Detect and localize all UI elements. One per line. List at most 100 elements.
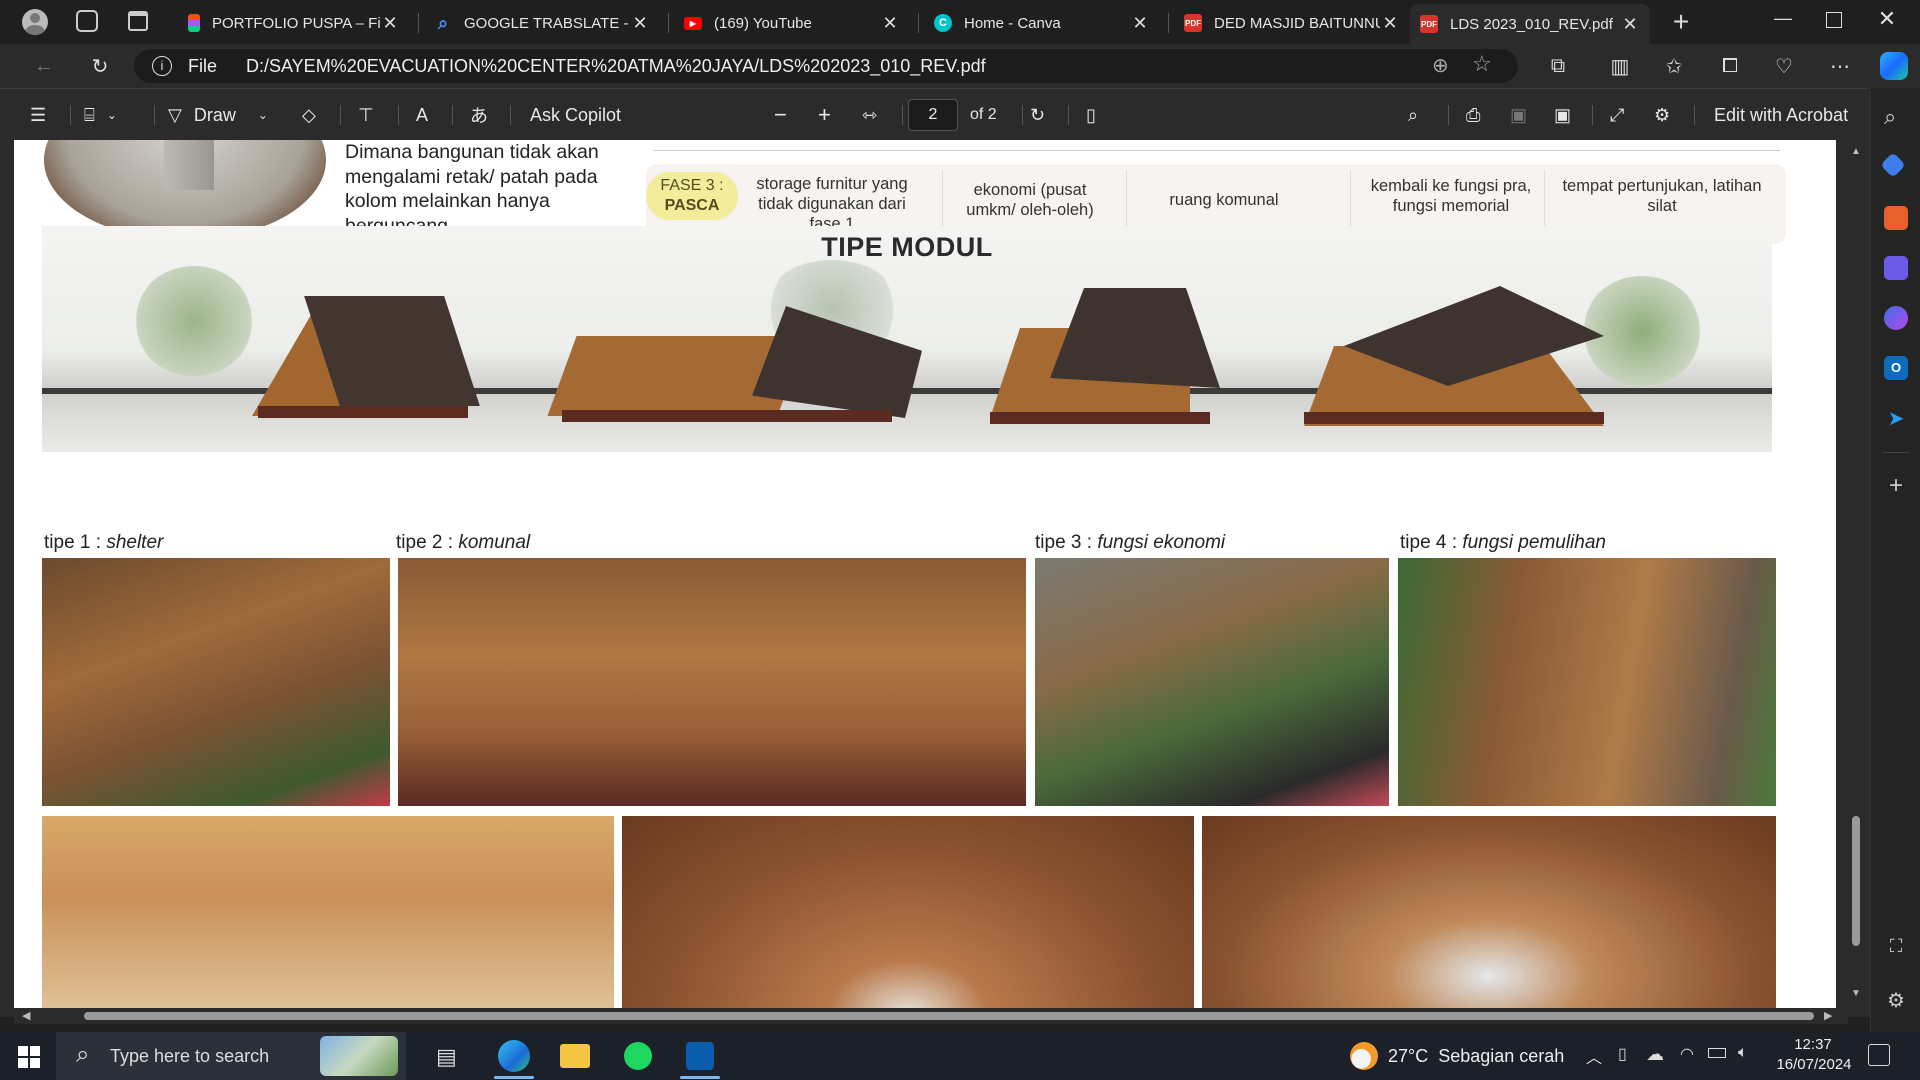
close-tab-icon[interactable]: ✕: [1130, 13, 1150, 34]
settings-gear-icon[interactable]: ⚙: [1884, 988, 1908, 1012]
scroll-h-thumb[interactable]: [84, 1012, 1814, 1020]
zoom-icon[interactable]: ⊕: [1432, 53, 1449, 78]
scroll-left-arrow[interactable]: ◀: [22, 1009, 30, 1022]
weather-text[interactable]: 27°C Sebagian cerah: [1388, 1046, 1564, 1067]
settings-gear-icon[interactable]: ⚙: [1654, 101, 1670, 129]
translate-icon[interactable]: あ: [470, 101, 488, 129]
page-view-icon[interactable]: ▯: [1086, 101, 1096, 129]
taskbar-search-box[interactable]: ⌕ Type here to search: [56, 1032, 406, 1080]
profile-avatar[interactable]: [22, 9, 48, 35]
volume-icon[interactable]: 🔈︎: [1738, 1044, 1748, 1062]
address-bar[interactable]: i File D:/SAYEM%20EVACUATION%20CENTER%20…: [134, 49, 1518, 83]
find-icon[interactable]: ⌕: [1408, 101, 1418, 129]
close-tab-icon[interactable]: ✕: [1380, 13, 1400, 34]
shopping-icon[interactable]: [1880, 152, 1906, 178]
youtube-icon: ▶: [684, 16, 702, 30]
phase-label: FASE 3 : PASCA: [646, 172, 738, 220]
more-menu-icon[interactable]: ⋯: [1826, 52, 1854, 80]
task-view-icon[interactable]: ▤: [436, 1044, 457, 1070]
search-icon[interactable]: ⌕: [1884, 104, 1908, 129]
tools-icon[interactable]: [1884, 206, 1908, 230]
edge-taskbar-icon[interactable]: [498, 1040, 530, 1072]
notifications-icon[interactable]: [1868, 1044, 1890, 1066]
tab-lds-pdf[interactable]: PDF LDS 2023_010_REV.pdf ✕: [1410, 4, 1650, 44]
wifi-icon[interactable]: ◠: [1680, 1044, 1694, 1064]
back-button[interactable]: ←: [30, 52, 58, 80]
scheme-label: File: [188, 56, 218, 76]
edge-sidebar: ⌕ O ➤ + ⛶ ⚙: [1870, 88, 1920, 1040]
fullscreen-icon[interactable]: ⤢: [1610, 101, 1624, 129]
tab-actions-icon[interactable]: [128, 11, 148, 31]
minimize-button[interactable]: —: [1770, 8, 1796, 34]
start-button[interactable]: [18, 1046, 40, 1068]
battery-icon[interactable]: [1708, 1048, 1726, 1058]
contents-icon[interactable]: ☰: [30, 101, 46, 129]
close-tab-icon[interactable]: ✕: [380, 13, 400, 34]
scroll-up-arrow[interactable]: ▲: [1851, 146, 1861, 157]
spotify-icon[interactable]: [624, 1042, 652, 1070]
favorite-star-icon[interactable]: ☆: [1472, 51, 1492, 77]
info-icon[interactable]: i: [152, 56, 172, 76]
scroll-thumb[interactable]: [1852, 816, 1860, 946]
favorites-icon[interactable]: ✩: [1660, 52, 1688, 80]
workspaces-icon[interactable]: [76, 10, 98, 32]
close-window-button[interactable]: ✕: [1874, 6, 1900, 32]
highlight-icon[interactable]: ⌸ ⌄: [84, 101, 117, 129]
text-box-icon[interactable]: ⊤: [358, 101, 374, 129]
read-aloud-icon[interactable]: A: [416, 101, 428, 129]
outlook-icon[interactable]: O: [1884, 356, 1908, 380]
vertical-scrollbar[interactable]: ▲ ▼: [1848, 140, 1864, 1010]
chevron-down-icon[interactable]: ⌄: [107, 108, 117, 122]
add-icon[interactable]: +: [1884, 474, 1908, 498]
clock-time[interactable]: 12:37: [1778, 1036, 1848, 1053]
browser-essentials-icon[interactable]: ♡: [1770, 52, 1798, 80]
phase-cell: storage furnitur yang tidak digunakan da…: [756, 175, 908, 233]
print-icon[interactable]: ⎙: [1466, 101, 1480, 129]
weather-icon[interactable]: [1350, 1042, 1378, 1070]
chevron-up-icon[interactable]: ︿: [1586, 1044, 1602, 1068]
screenshot-icon[interactable]: ⛶: [1884, 936, 1908, 960]
zoom-out-icon[interactable]: −: [774, 101, 787, 129]
copilot-sidebar-icon[interactable]: [1884, 306, 1908, 330]
fit-width-icon[interactable]: ⇿: [862, 101, 877, 129]
zoom-in-icon[interactable]: +: [818, 101, 831, 129]
save-as-icon[interactable]: ▣: [1554, 101, 1571, 129]
copilot-icon[interactable]: [1880, 52, 1908, 80]
eraser-icon[interactable]: ◇: [302, 101, 316, 129]
tab-figma[interactable]: PORTFOLIO PUSPA – Figma ✕: [178, 6, 410, 40]
scroll-down-arrow[interactable]: ▼: [1851, 988, 1861, 999]
rotate-icon[interactable]: ↻: [1030, 101, 1045, 129]
collections-icon[interactable]: ⧠: [1716, 52, 1744, 80]
pdf-viewer[interactable]: Dimana bangunan tidak akan mengalami ret…: [0, 140, 1870, 1024]
edit-with-acrobat-button[interactable]: Edit with Acrobat: [1714, 101, 1848, 129]
tab-ded-masjid[interactable]: PDF DED MASJID BAITUNNU ✕: [1174, 6, 1410, 40]
close-tab-icon[interactable]: ✕: [630, 13, 650, 34]
save-icon[interactable]: ▣: [1510, 101, 1527, 129]
ask-copilot-button[interactable]: Ask Copilot: [530, 101, 621, 129]
page-number-input[interactable]: [908, 99, 958, 131]
device-icon[interactable]: ▯: [1618, 1044, 1627, 1064]
scroll-right-arrow[interactable]: ▶: [1824, 1009, 1832, 1022]
onedrive-icon[interactable]: ☁: [1646, 1044, 1664, 1065]
sketchup-icon[interactable]: [686, 1042, 714, 1070]
maximize-button[interactable]: [1826, 12, 1842, 28]
close-tab-icon[interactable]: ✕: [880, 13, 900, 34]
reload-button[interactable]: ↻: [86, 52, 114, 80]
pdf-icon: PDF: [1420, 15, 1438, 33]
tab-google-translate[interactable]: ⌕ GOOGLE TRABSLATE - Se ✕: [424, 6, 660, 40]
file-explorer-icon[interactable]: [560, 1044, 590, 1068]
clock-date[interactable]: 16/07/2024: [1770, 1056, 1858, 1073]
extensions-icon[interactable]: ⧉: [1544, 52, 1572, 80]
chevron-down-icon[interactable]: ⌄: [258, 108, 268, 122]
tab-youtube[interactable]: ▶ (169) YouTube ✕: [674, 6, 910, 40]
close-tab-icon[interactable]: ✕: [1620, 14, 1640, 35]
new-tab-button[interactable]: +: [1664, 6, 1698, 40]
url-text[interactable]: D:/SAYEM%20EVACUATION%20CENTER%20ATMA%20…: [246, 56, 986, 77]
send-icon[interactable]: ➤: [1884, 406, 1908, 430]
split-screen-icon[interactable]: ▥: [1606, 52, 1634, 80]
canva-icon: C: [934, 14, 952, 32]
tab-canva[interactable]: C Home - Canva ✕: [924, 6, 1160, 40]
horizontal-scrollbar[interactable]: ◀ ▶: [14, 1008, 1848, 1024]
games-icon[interactable]: [1884, 256, 1908, 280]
draw-button[interactable]: ▽ Draw ⌄: [168, 101, 268, 129]
